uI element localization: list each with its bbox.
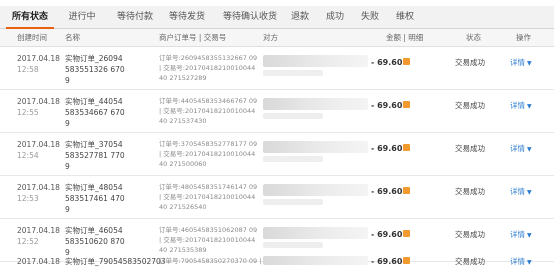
row-order-numbers: 订单号:3705458352778177 09 | 交易号:2017041821… [159,140,258,168]
row-party-redacted-sub [263,113,323,119]
row-date: 2017.04.18 [17,257,60,266]
row-status: 交易成功 [455,58,485,67]
chevron-down-icon: ▼ [527,259,532,266]
row-order-numbers: 订单号:4405458353466767 09 | 交易号:2017041821… [159,97,258,125]
col-action: 操作 [516,33,531,42]
row-party-redacted-sub [263,156,323,162]
row-date: 2017.04.18 12:58 [17,54,60,74]
tab-awaiting-payment[interactable]: 等待付款 [109,6,161,28]
row-amount: - 69.60 [371,187,403,196]
table-header: 创建时间 名称 商户订单号 | 交易号 对方 金额 | 明细 状态 操作 [0,29,554,47]
col-name: 名称 [65,33,80,42]
col-status: 状态 [466,33,481,42]
row-party-redacted [263,227,368,239]
col-order-no: 商户订单号 | 交易号 [159,33,227,42]
row-order-numbers: 订单号:4805458351746147 09 | 交易号:2017041821… [159,183,258,211]
row-party-redacted [263,184,368,196]
tab-success[interactable]: 成功 [318,6,352,28]
amount-detail-icon[interactable] [403,144,410,151]
row-amount: - 69.60 [371,257,403,266]
table-row: 2017.04.18 实物订单_79054583502703 订单号:79054… [0,255,554,266]
tab-all-status[interactable]: 所有状态 [6,6,54,29]
status-tabs: 所有状态 进行中 等待付款 等待发货 等待确认收货 退款 成功 失败 维权 [0,6,554,29]
row-party-redacted [263,98,368,110]
row-amount: - 69.60 [371,230,403,239]
chevron-down-icon: ▼ [527,146,532,153]
row-order-numbers: 订单号:2609458355132667 09 | 交易号:2017041821… [159,54,258,82]
row-date: 2017.04.18 12:52 [17,226,60,246]
row-name[interactable]: 实物订单_26094583551326 6709 [65,53,127,86]
row-party-redacted [263,55,368,67]
row-detail-button[interactable]: 详情 ▼ [510,100,532,112]
tab-failed[interactable]: 失败 [354,6,386,28]
row-status: 交易成功 [455,230,485,239]
tab-refund[interactable]: 退款 [284,6,316,28]
col-created-time[interactable]: 创建时间 [17,29,47,46]
row-date: 2017.04.18 12:55 [17,97,60,117]
row-status: 交易成功 [455,187,485,196]
row-name[interactable]: 实物订单_46054583510620 8709 [65,225,127,258]
row-party-redacted-sub [263,242,323,248]
row-order-numbers: 订单号:7905458350270370 09 | [159,257,262,265]
row-amount: - 69.60 [371,58,403,67]
amount-detail-icon[interactable] [403,257,410,264]
amount-detail-icon[interactable] [403,101,410,108]
row-detail-button[interactable]: 详情 ▼ [510,57,532,69]
row-amount: - 69.60 [371,101,403,110]
row-detail-button[interactable]: 详情 ▼ [510,256,532,268]
row-party-redacted-sub [263,199,323,205]
table-row: 2017.04.18 12:55 实物订单_44054583534667 6709… [0,90,554,133]
row-date: 2017.04.18 12:53 [17,183,60,203]
row-name[interactable]: 实物订单_44054583534667 6709 [65,96,127,129]
row-party-redacted [263,256,368,265]
row-detail-button[interactable]: 详情 ▼ [510,186,532,198]
row-order-numbers: 订单号:4605458351062087 09 | 交易号:2017041821… [159,226,258,254]
table-row: 2017.04.18 12:54 实物订单_37054583527781 7709… [0,133,554,176]
tab-awaiting-shipment[interactable]: 等待发货 [161,6,213,28]
chevron-down-icon: ▼ [527,189,532,196]
chevron-down-icon: ▼ [527,232,532,239]
tab-awaiting-receipt[interactable]: 等待确认收货 [215,6,285,28]
tab-rights-protection[interactable]: 维权 [388,6,422,28]
amount-detail-icon[interactable] [403,187,410,194]
tab-in-progress[interactable]: 进行中 [60,6,104,28]
row-status: 交易成功 [455,101,485,110]
col-party: 对方 [263,33,278,42]
row-party-redacted [263,141,368,153]
row-date: 2017.04.18 12:54 [17,140,60,160]
row-status: 交易成功 [455,257,485,266]
row-detail-button[interactable]: 详情 ▼ [510,143,532,155]
chevron-down-icon: ▼ [527,103,532,110]
row-amount: - 69.60 [371,144,403,153]
row-status: 交易成功 [455,144,485,153]
row-name[interactable]: 实物订单_79054583502703 [65,256,166,267]
amount-detail-icon[interactable] [403,58,410,65]
row-detail-button[interactable]: 详情 ▼ [510,229,532,241]
table-row: 2017.04.18 12:58 实物订单_26094583551326 6709… [0,47,554,90]
row-name[interactable]: 实物订单_37054583527781 7709 [65,139,127,172]
amount-detail-icon[interactable] [403,230,410,237]
table-row: 2017.04.18 12:53 实物订单_48054583517461 4709… [0,176,554,219]
chevron-down-icon: ▼ [527,60,532,67]
row-name[interactable]: 实物订单_48054583517461 4709 [65,182,127,215]
row-party-redacted-sub [263,70,323,76]
col-amount[interactable]: 金额 | 明细 [386,29,423,46]
